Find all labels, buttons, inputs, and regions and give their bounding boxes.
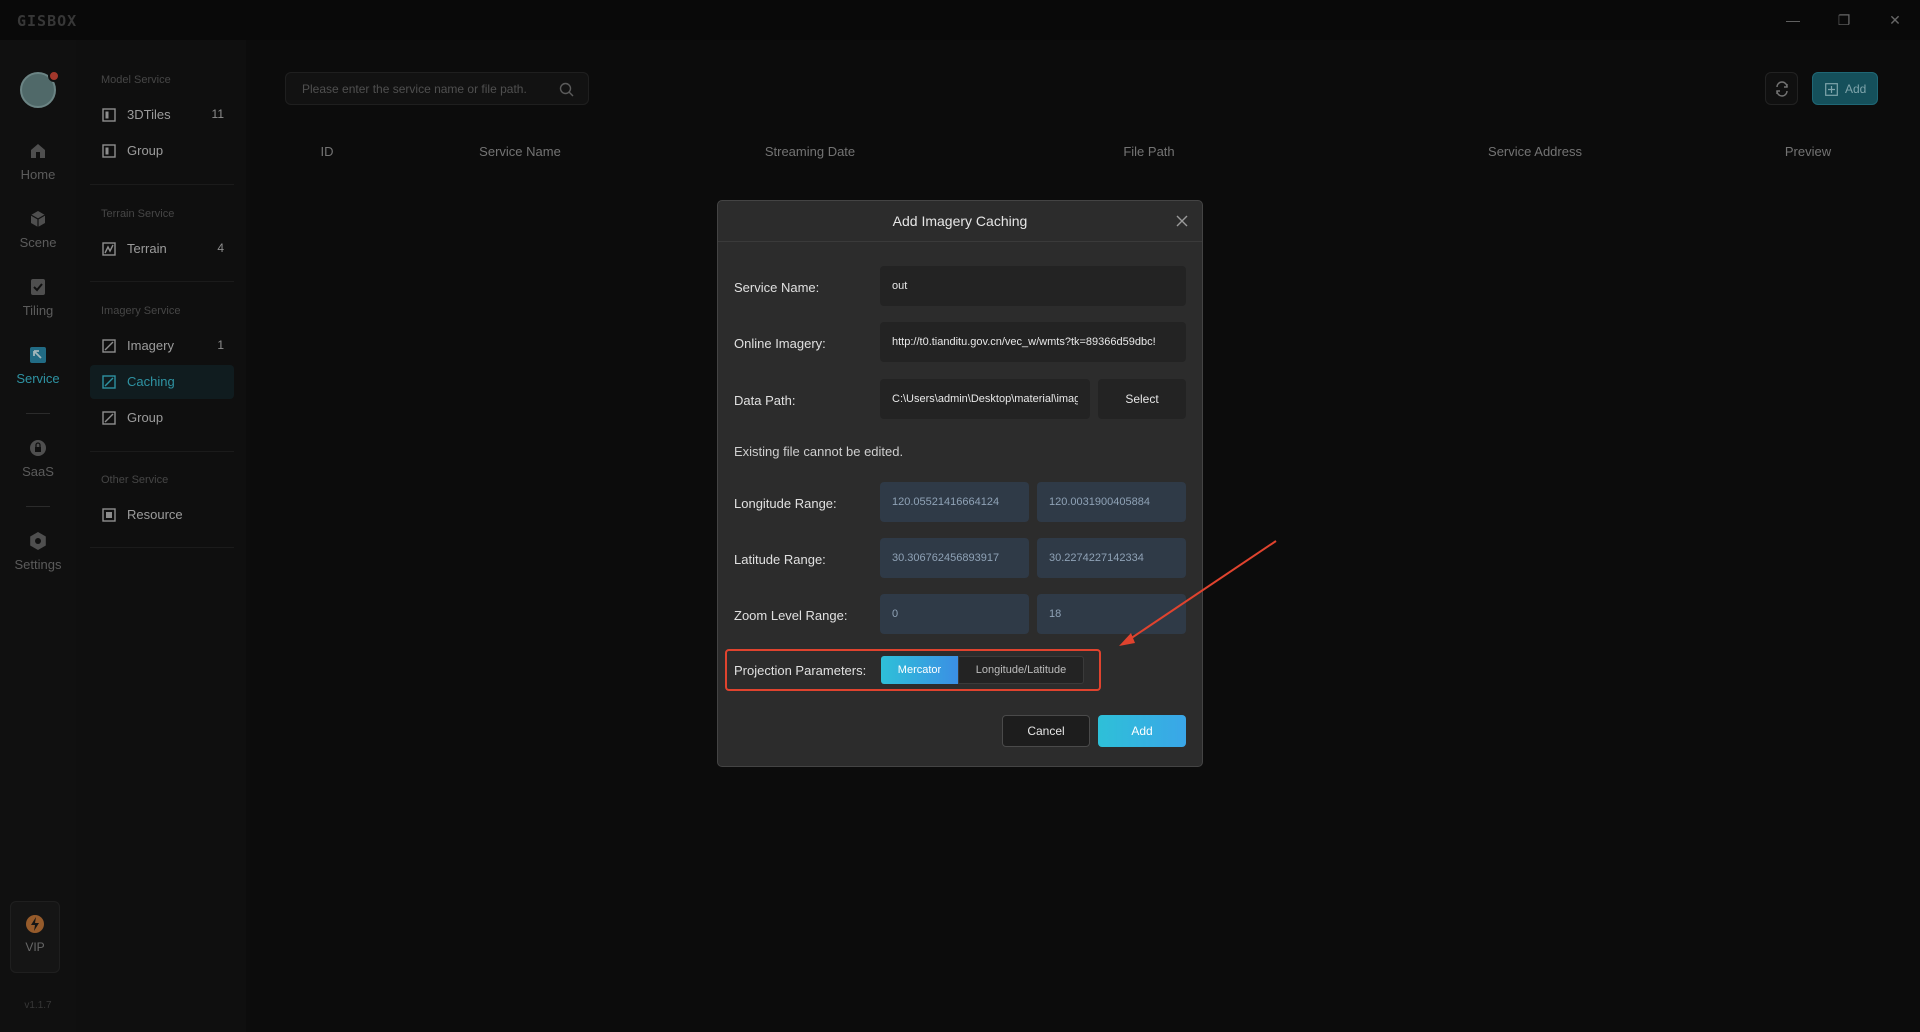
projection-lonlat-option[interactable]: Longitude/Latitude [958,656,1084,684]
projection-parameters-label: Projection Parameters: [734,663,867,678]
projection-mercator-option[interactable]: Mercator [881,656,958,684]
add-imagery-caching-dialog: Add Imagery Caching Service Name: Online… [717,200,1203,767]
longitude-range-label: Longitude Range: [734,496,837,511]
gisbox-app: GISBOX — ❐ ✕ Home Scene Tiling Service S… [0,0,1920,1032]
cancel-button[interactable]: Cancel [1002,715,1090,747]
online-imagery-input[interactable] [880,322,1186,362]
latitude-max-input[interactable] [1037,538,1186,578]
select-path-button[interactable]: Select [1098,379,1186,419]
zoom-min-input[interactable] [880,594,1029,634]
longitude-max-input[interactable] [1037,482,1186,522]
service-name-label: Service Name: [734,280,820,295]
add-button[interactable]: Add [1098,715,1186,747]
data-path-label: Data Path: [734,393,796,408]
zoom-level-range-label: Zoom Level Range: [734,608,848,623]
longitude-min-input[interactable] [880,482,1029,522]
latitude-min-input[interactable] [880,538,1029,578]
dialog-divider [718,241,1202,242]
zoom-max-input[interactable] [1037,594,1186,634]
existing-file-note: Existing file cannot be edited. [734,444,904,459]
dialog-title: Add Imagery Caching [892,213,1028,229]
service-name-input[interactable] [880,266,1186,306]
data-path-input[interactable] [880,379,1090,419]
latitude-range-label: Latitude Range: [734,552,826,567]
online-imagery-label: Online Imagery: [734,336,826,351]
close-icon[interactable] [1174,213,1190,229]
